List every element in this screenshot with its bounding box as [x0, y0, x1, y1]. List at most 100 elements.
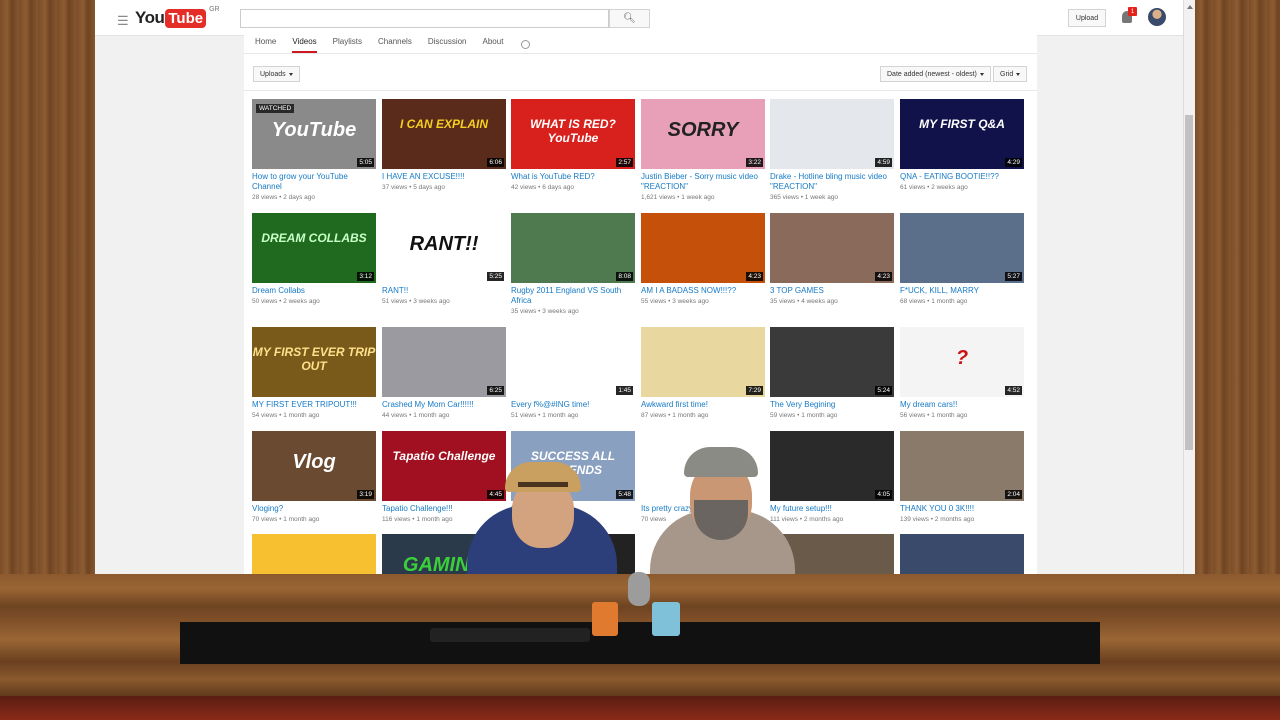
search-input[interactable] [240, 9, 609, 28]
youtube-logo[interactable]: You Tube GR [135, 6, 220, 28]
video-thumbnail[interactable]: 1:45 [511, 327, 635, 397]
thumbnail-text: Vlog [292, 451, 336, 473]
video-title[interactable]: 3 TOP GAMES [770, 286, 892, 296]
tab-videos[interactable]: Videos [292, 34, 318, 54]
tab-channels[interactable]: Channels [378, 34, 412, 54]
video-title[interactable]: I HAVE AN EXCUSE!!!! [382, 172, 504, 182]
video-item[interactable] [900, 534, 1024, 574]
video-thumbnail[interactable]: I CAN EXPLAIN 6:06 [382, 99, 506, 169]
video-item[interactable]: RANT!! 5:25 RANT!! 51 views • 3 weeks ago [382, 213, 506, 306]
video-item[interactable]: Vlog 3:19 Vloging? 70 views • 1 month ago [252, 431, 376, 524]
video-item[interactable]: 5:27 F*UCK, KILL, MARRY 68 views • 1 month… [900, 213, 1024, 306]
view-dropdown[interactable]: Grid [993, 66, 1028, 82]
sort-dropdown[interactable]: Date added (newest - oldest) [880, 66, 991, 82]
video-thumbnail[interactable]: 7:29 [641, 327, 765, 397]
view-count: 51 views [511, 412, 537, 419]
video-thumbnail[interactable]: 4:23 [641, 213, 765, 283]
video-item[interactable]: Tapatio Challenge 4:45 Tapatio Challenge!!… [382, 431, 506, 524]
tab-about[interactable]: About [483, 34, 504, 54]
tab-playlists[interactable]: Playlists [333, 34, 362, 54]
view-count: 70 views [252, 516, 278, 523]
video-item[interactable]: 4:23 3 TOP GAMES 35 views • 4 weeks ago [770, 213, 894, 306]
video-item[interactable]: 1:45 Every f%@#ING time! 51 views • 1 mont… [511, 327, 635, 420]
uploads-dropdown[interactable]: Uploads [253, 66, 300, 82]
video-item[interactable]: 8:08 Rugby 2011 England VS South Africa 35… [511, 213, 635, 316]
video-title[interactable]: My future setup!!! [770, 504, 892, 514]
video-item[interactable] [252, 534, 376, 574]
search-button[interactable]: 🔍︎ [609, 9, 650, 28]
video-thumbnail[interactable]: SORRY 3:22 [641, 99, 765, 169]
video-item[interactable]: YouTube WATCHED 5:05 How to grow your YouTu… [252, 99, 376, 202]
tab-home[interactable]: Home [255, 34, 276, 54]
avatar[interactable] [1148, 8, 1166, 26]
video-title[interactable]: Dream Collabs [252, 286, 374, 296]
video-thumbnail[interactable]: Tapatio Challenge 4:45 [382, 431, 506, 501]
video-meta: 44 views • 1 month ago [382, 411, 506, 420]
video-item[interactable]: 6:25 Crashed My Mom Car!!!!!! 44 views • 1… [382, 327, 506, 420]
video-thumbnail[interactable]: Vlog 3:19 [252, 431, 376, 501]
video-item[interactable]: ? 4:52 My dream cars!! 56 views • 1 month a… [900, 327, 1024, 420]
video-title[interactable]: AM I A BADASS NOW!!!?? [641, 286, 763, 296]
video-title[interactable]: Justin Bieber - Sorry music video "REACT… [641, 172, 763, 192]
channel-search-icon[interactable] [521, 39, 531, 49]
upload-age: 1 month ago [413, 412, 450, 419]
video-item[interactable]: 2:04 THANK YOU 0 3K!!!! 139 views • 2 mont… [900, 431, 1024, 524]
video-thumbnail[interactable]: MY FIRST Q&A 4:29 [900, 99, 1024, 169]
video-title[interactable]: My dream cars!! [900, 400, 1022, 410]
video-title[interactable]: The Very Begining [770, 400, 892, 410]
tab-discussion[interactable]: Discussion [428, 34, 467, 54]
view-count: 61 views [900, 184, 926, 191]
video-thumbnail[interactable]: DREAM COLLABS 3:12 [252, 213, 376, 283]
video-item[interactable]: WHAT IS RED? YouTube 2:57 What is YouTube … [511, 99, 635, 192]
video-item[interactable]: 7:29 Awkward first time! 87 views • 1 mont… [641, 327, 765, 420]
video-thumbnail[interactable]: YouTube WATCHED 5:05 [252, 99, 376, 169]
video-item[interactable]: 5:24 The Very Begining 59 views • 1 month … [770, 327, 894, 420]
video-item[interactable]: DREAM COLLABS 3:12 Dream Collabs 50 views •… [252, 213, 376, 306]
video-item[interactable]: SORRY 3:22 Justin Bieber - Sorry music vid… [641, 99, 765, 202]
video-title[interactable]: MY FIRST EVER TRIPOUT!!! [252, 400, 374, 410]
video-thumbnail[interactable]: 4:05 [770, 431, 894, 501]
scrollbar-thumb[interactable] [1185, 115, 1193, 450]
video-item[interactable]: 4:23 AM I A BADASS NOW!!!?? 55 views • 3 w… [641, 213, 765, 306]
video-title[interactable]: RANT!! [382, 286, 504, 296]
video-item[interactable]: I CAN EXPLAIN 6:06 I HAVE AN EXCUSE!!!! 37 … [382, 99, 506, 192]
video-duration: 8:08 [616, 272, 633, 281]
video-thumbnail[interactable]: 5:24 [770, 327, 894, 397]
video-title[interactable]: Vloging? [252, 504, 374, 514]
view-count: 111 views [770, 516, 798, 523]
video-title[interactable]: THANK YOU 0 3K!!!! [900, 504, 1022, 514]
video-title[interactable]: Awkward first time! [641, 400, 763, 410]
video-item[interactable]: MY FIRST Q&A 4:29 QNA - EATING BOOTIE!!?? 6… [900, 99, 1024, 192]
video-thumbnail[interactable]: 4:23 [770, 213, 894, 283]
video-title[interactable]: How to grow your YouTube Channel [252, 172, 374, 192]
video-title[interactable]: Rugby 2011 England VS South Africa [511, 286, 633, 306]
video-item[interactable]: MY FIRST EVER TRIP OUT MY FIRST EVER TRIP… [252, 327, 376, 420]
video-title[interactable]: QNA - EATING BOOTIE!!?? [900, 172, 1022, 182]
video-thumbnail[interactable]: WHAT IS RED? YouTube 2:57 [511, 99, 635, 169]
video-title[interactable]: Crashed My Mom Car!!!!!! [382, 400, 504, 410]
guide-menu-icon[interactable]: ☰ [117, 13, 129, 29]
video-item[interactable]: 4:59 Drake - Hotline bling music video "R… [770, 99, 894, 202]
video-title[interactable]: What is YouTube RED? [511, 172, 633, 182]
view-count: 365 views [770, 194, 799, 201]
video-thumbnail[interactable]: 8:08 [511, 213, 635, 283]
video-thumbnail[interactable]: 2:04 [900, 431, 1024, 501]
upload-age: 1 month ago [416, 516, 453, 523]
video-title[interactable]: F*UCK, KILL, MARRY [900, 286, 1022, 296]
video-thumbnail[interactable]: 4:59 [770, 99, 894, 169]
video-thumbnail[interactable]: MY FIRST EVER TRIP OUT [252, 327, 376, 397]
video-item[interactable]: 4:05 My future setup!!! 111 views • 2 mont… [770, 431, 894, 524]
video-thumbnail[interactable]: ? 4:52 [900, 327, 1024, 397]
upload-button[interactable]: Upload [1068, 9, 1106, 27]
video-thumbnail[interactable]: 6:25 [382, 327, 506, 397]
studio-wall-right [1195, 0, 1280, 580]
video-title[interactable]: Drake - Hotline bling music video "REACT… [770, 172, 892, 192]
video-thumbnail[interactable] [900, 534, 1024, 574]
video-title[interactable]: Every f%@#ING time! [511, 400, 633, 410]
video-thumbnail[interactable]: RANT!! 5:25 [382, 213, 506, 283]
video-thumbnail[interactable] [252, 534, 376, 574]
video-meta: 70 views • 1 month ago [252, 515, 376, 524]
video-thumbnail[interactable]: 5:27 [900, 213, 1024, 283]
video-title[interactable]: Tapatio Challenge!!! [382, 504, 504, 514]
scroll-up-icon[interactable] [1187, 5, 1193, 9]
